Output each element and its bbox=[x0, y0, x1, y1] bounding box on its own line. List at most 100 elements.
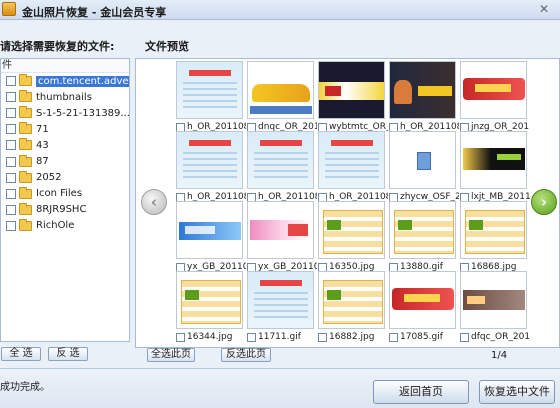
thumbnail-item[interactable]: 13880.gif bbox=[389, 201, 457, 273]
tree-item-checkbox[interactable] bbox=[6, 172, 16, 183]
select-all-button[interactable]: 全 选 bbox=[1, 347, 41, 361]
folder-icon bbox=[19, 106, 32, 119]
thumbnail-item[interactable]: 16882.jpg bbox=[318, 271, 386, 343]
tree-item-checkbox[interactable] bbox=[6, 156, 16, 167]
thumbnail-item[interactable]: 16344.jpg bbox=[176, 271, 244, 343]
car-banner-thumbnail[interactable] bbox=[247, 61, 314, 119]
thumbnail-item[interactable]: h_OR_201108 bbox=[176, 61, 246, 133]
tree-item-checkbox[interactable] bbox=[6, 188, 16, 199]
next-page-arrow-icon[interactable]: › bbox=[531, 189, 557, 215]
previous-page-arrow-icon[interactable]: ‹ bbox=[141, 189, 167, 215]
thumbnail-checkbox[interactable] bbox=[460, 332, 469, 342]
thumbnail-item[interactable]: 16350.jpg bbox=[318, 201, 386, 273]
thumbnail-item[interactable]: h_OR_201108 bbox=[247, 131, 317, 203]
game-banner-thumbnail[interactable] bbox=[318, 61, 385, 119]
thumbnail-item[interactable]: h_OR_201108 bbox=[318, 131, 388, 203]
tree-item[interactable]: 8RJR9SHC bbox=[1, 202, 129, 218]
thumbnail-caption: dfqc_OR_2011 bbox=[460, 331, 530, 343]
thumbnail-item[interactable]: wybtmtc_OR_2 bbox=[318, 61, 388, 133]
tree-item-label: thumbnails bbox=[36, 91, 92, 103]
thumbnail-caption: 17085.gif bbox=[389, 331, 459, 343]
tree-item-checkbox[interactable] bbox=[6, 140, 16, 151]
thumbnail-filename: 16344.jpg bbox=[187, 332, 233, 342]
document-thumbnail[interactable] bbox=[247, 271, 314, 329]
thumbnail-item[interactable]: 16868.jpg bbox=[460, 201, 528, 273]
tree-item-label: 8RJR9SHC bbox=[36, 204, 87, 216]
tree-item-checkbox[interactable] bbox=[6, 108, 16, 119]
tree-item[interactable]: com.tencent.adve... bbox=[1, 73, 129, 89]
tree-item-label: S-1-5-21-131389... bbox=[36, 107, 130, 119]
tree-item[interactable]: 2052 bbox=[1, 170, 129, 186]
thumbnail-checkbox[interactable] bbox=[247, 332, 256, 342]
invert-page-button[interactable]: 反选此页 bbox=[221, 348, 271, 362]
select-page-button[interactable]: 全选此页 bbox=[147, 348, 195, 362]
blue-banner-thumbnail[interactable] bbox=[176, 201, 243, 259]
title-bar: 金山照片恢复 - 金山会员专享 ✕ bbox=[0, 0, 560, 20]
tree-item-label: com.tencent.adve... bbox=[36, 75, 129, 87]
folder-icon bbox=[19, 154, 32, 167]
thumbnail-item[interactable]: zhycw_OSF_20 bbox=[389, 131, 459, 203]
tree-item[interactable]: Icon Files bbox=[1, 186, 129, 202]
red-banner-thumbnail[interactable] bbox=[460, 61, 527, 119]
tree-item-checkbox[interactable] bbox=[6, 204, 16, 215]
thumbnail-filename: 16882.jpg bbox=[329, 332, 375, 342]
red-banner-thumbnail[interactable] bbox=[389, 271, 456, 329]
thumbnail-item[interactable]: dnqc_OR_2011 bbox=[247, 61, 317, 133]
folder-icon bbox=[19, 90, 32, 103]
folder-icon bbox=[19, 218, 32, 231]
tree-item-label: 43 bbox=[36, 139, 49, 151]
thumbnail-item[interactable]: lxjt_MB_20110 bbox=[460, 131, 530, 203]
tree-item[interactable]: 43 bbox=[1, 137, 129, 153]
document-thumbnail[interactable] bbox=[176, 61, 243, 119]
preview-grid: ‹ › h_OR_201108dnqc_OR_2011wybtmtc_OR_2h… bbox=[135, 58, 560, 348]
tree-item[interactable]: 71 bbox=[1, 121, 129, 137]
thumbnail-checkbox[interactable] bbox=[176, 332, 185, 342]
grid-ad-thumbnail[interactable] bbox=[389, 201, 456, 259]
thumbnail-filename: 11711.gif bbox=[258, 332, 301, 342]
laptop-banner-thumbnail[interactable] bbox=[460, 131, 527, 189]
folder-tree[interactable]: 件 com.tencent.adve... thumbnails S-1-5-21-… bbox=[0, 58, 130, 342]
small-file-icon[interactable] bbox=[389, 131, 456, 189]
status-text: 成功完成。 bbox=[0, 382, 50, 393]
thumbnail-checkbox[interactable] bbox=[318, 332, 327, 342]
app-icon bbox=[2, 2, 16, 16]
folder-icon bbox=[19, 186, 32, 199]
tree-item[interactable]: RichOle bbox=[1, 218, 129, 234]
thumbnail-item[interactable]: h_OR_201108 bbox=[389, 61, 459, 133]
grid-ad-thumbnail[interactable] bbox=[318, 271, 385, 329]
tree-item[interactable]: thumbnails bbox=[1, 89, 129, 105]
tree-button-row: 全 选 反 选 bbox=[0, 347, 130, 361]
back-home-button[interactable]: 返回首页 bbox=[373, 380, 469, 404]
grid-ad-thumbnail[interactable] bbox=[176, 271, 243, 329]
promo-banner-thumbnail[interactable] bbox=[247, 201, 314, 259]
thumbnail-item[interactable]: 17085.gif bbox=[389, 271, 457, 343]
grid-ad-thumbnail[interactable] bbox=[460, 201, 527, 259]
tree-item-list: com.tencent.adve... thumbnails S-1-5-21-13… bbox=[1, 73, 129, 234]
document-thumbnail[interactable] bbox=[247, 131, 314, 189]
left-panel-heading: 请选择需要恢复的文件: bbox=[0, 40, 115, 53]
thumbnail-item[interactable]: jnzg_OR_2011 bbox=[460, 61, 530, 133]
tree-item-checkbox[interactable] bbox=[6, 76, 16, 87]
tree-item[interactable]: 87 bbox=[1, 153, 129, 169]
tree-item-checkbox[interactable] bbox=[6, 220, 16, 231]
recover-selected-button[interactable]: 恢复选中文件 bbox=[479, 380, 555, 404]
thumbnail-item[interactable]: yx_GB_201108 bbox=[247, 201, 317, 273]
document-thumbnail[interactable] bbox=[176, 131, 243, 189]
tree-item-checkbox[interactable] bbox=[6, 92, 16, 103]
tree-column-header: 件 bbox=[1, 59, 129, 73]
thumbnail-item[interactable]: h_OR_201108 bbox=[176, 131, 246, 203]
tree-item-checkbox[interactable] bbox=[6, 124, 16, 135]
thumbnail-item[interactable]: yx_GB_201108 bbox=[176, 201, 246, 273]
thumbnail-item[interactable]: dfqc_OR_2011 bbox=[460, 271, 530, 343]
close-button[interactable]: ✕ bbox=[534, 0, 554, 18]
brown-banner-thumbnail[interactable] bbox=[460, 271, 527, 329]
thumbnail-checkbox[interactable] bbox=[389, 332, 398, 342]
document-thumbnail[interactable] bbox=[318, 131, 385, 189]
invert-selection-button[interactable]: 反 选 bbox=[48, 347, 88, 361]
tree-item-label: Icon Files bbox=[36, 188, 83, 200]
grid-ad-thumbnail[interactable] bbox=[318, 201, 385, 259]
thumbnail-item[interactable]: 11711.gif bbox=[247, 271, 315, 343]
tree-item[interactable]: S-1-5-21-131389... bbox=[1, 105, 129, 121]
page-indicator: 1/4 bbox=[491, 350, 508, 361]
hero-banner-thumbnail[interactable] bbox=[389, 61, 456, 119]
